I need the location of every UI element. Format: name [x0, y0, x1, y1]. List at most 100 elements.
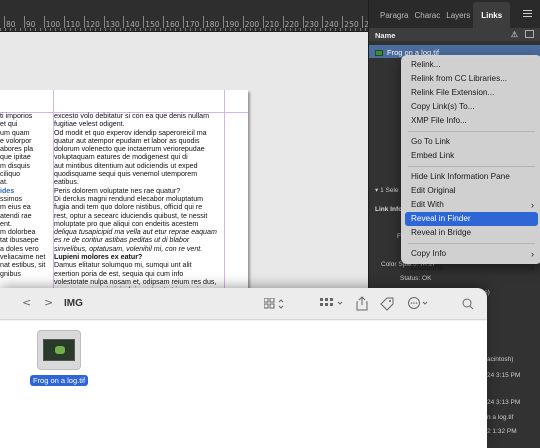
- menu-item-label: Relink...: [411, 60, 441, 69]
- ruler-mark: 220: [282, 16, 299, 29]
- menu-item-relink-from-cc-libraries[interactable]: Relink from CC Libraries...: [405, 72, 538, 86]
- link-info-toggle[interactable]: Link Info: [375, 206, 402, 213]
- menu-item-edit-with[interactable]: Edit With ›: [405, 198, 538, 212]
- menu-item-relink[interactable]: Relink...: [405, 58, 538, 72]
- menu-item-copy-link-s-to[interactable]: Copy Link(s) To...: [405, 100, 538, 114]
- tab-paragraph[interactable]: Paragra: [377, 11, 411, 28]
- ruler-mark: 90: [23, 16, 36, 29]
- text-line: gnibus: [0, 269, 21, 278]
- ruler-mark: 180: [202, 16, 220, 29]
- status-label: Status: OK: [400, 275, 432, 282]
- menu-item-label: Edit Original: [411, 186, 456, 195]
- info-overflow: acintosh) 24 3:15 PM 24 3:13 PM n a log.…: [487, 288, 540, 448]
- chevron-right-icon: ›: [531, 263, 534, 273]
- text-line: at.: [0, 178, 8, 187]
- menu-item-label: Relink File Extension...: [411, 88, 495, 97]
- text-frame-left[interactable]: ti imporios et qui um quam e volorpor abores…: [0, 112, 52, 278]
- text-line: et qui: [0, 120, 18, 129]
- ruler-mark: 140: [123, 16, 140, 29]
- text-line: Peris dolorem voluptate nes rae quatur?: [54, 186, 181, 195]
- horizontal-ruler[interactable]: 80 90 100 110 120 130 140 150 160 170 180 190 200 210…: [0, 0, 368, 32]
- more-actions-icon[interactable]: [408, 297, 432, 310]
- text-line: es re de coritiur astibas peditas ut di …: [54, 236, 190, 245]
- menu-separator: [408, 131, 535, 132]
- tag-icon[interactable]: [380, 297, 394, 311]
- text-line: ciliquo: [0, 170, 21, 179]
- panel-menu-icon[interactable]: [523, 10, 532, 17]
- panel-tab-bar: Paragra Charac Layers Links: [369, 0, 540, 28]
- text-line: deliqua tusapicipid ma vella aut etur re…: [54, 228, 217, 237]
- text-line: rest, optur a secearc iduciendis quibust…: [54, 211, 208, 220]
- menu-item-go-to-link[interactable]: Go To Link: [405, 135, 538, 149]
- selected-count: ▾ 1 Sele: [375, 187, 399, 194]
- text-line: veliacaime net: [0, 253, 46, 262]
- menu-item-label: Embed Link: [411, 151, 455, 160]
- text-line: a doles vero: [0, 244, 39, 253]
- ruler-mark: 170: [183, 16, 200, 29]
- info-fragment-5: 2 1:32 PM: [487, 428, 517, 435]
- view-grid-icon[interactable]: [264, 298, 286, 310]
- menu-item-label: XMP File Info...: [411, 116, 467, 125]
- ruler-mark: 120: [83, 16, 100, 29]
- text-line: eatibus.: [54, 178, 79, 187]
- warning-icon[interactable]: ⚠: [511, 30, 518, 39]
- ruler-mark: 190: [222, 16, 240, 29]
- finder-window: < > IMG Frog on a log.tif: [0, 288, 487, 448]
- menu-item-reveal-in-bridge[interactable]: Reveal in Bridge: [405, 226, 538, 240]
- text-line: abores pla: [0, 145, 34, 154]
- menu-item-label: Copy Link(s) To...: [411, 102, 475, 111]
- text-line: excesto volo debitatur si con ea que den…: [54, 112, 209, 120]
- tab-layers[interactable]: Layers: [443, 11, 473, 28]
- text-line: exertion poria de est, sequia qui cum in…: [54, 269, 184, 278]
- menu-item-label: Reveal in Finder: [411, 214, 471, 223]
- menu-item-copy-info[interactable]: Copy Info ›: [405, 247, 538, 261]
- menu-item-captions[interactable]: Captions ›: [405, 261, 538, 275]
- forward-button[interactable]: >: [44, 296, 53, 309]
- chevron-right-icon: ›: [531, 249, 534, 259]
- ruler-mark: 250: [342, 16, 359, 29]
- group-by-icon[interactable]: [320, 298, 346, 310]
- menu-item-hide-link-information-pane[interactable]: Hide Link Information Pane: [405, 170, 538, 184]
- menu-item-label: Relink from CC Libraries...: [411, 74, 507, 83]
- search-icon[interactable]: [462, 298, 474, 310]
- tab-links[interactable]: Links: [473, 2, 511, 28]
- text-line: que ipitae: [0, 153, 31, 162]
- info-fragment-3: 24 3:13 PM: [487, 399, 521, 406]
- name-column-label: Name: [375, 31, 396, 40]
- text-line: e volorpor: [0, 136, 32, 145]
- back-button[interactable]: <: [22, 296, 31, 309]
- info-fragment-1: acintosh): [487, 356, 514, 363]
- menu-item-relink-file-extension[interactable]: Relink File Extension...: [405, 86, 538, 100]
- text-line: volestotate nulpa nosam et, odipsam reiu…: [54, 277, 217, 286]
- file-item[interactable]: Frog on a log.tif: [28, 330, 90, 388]
- image-thumbnail-icon: [375, 49, 383, 56]
- text-line: aut mintibus ditentium aut odiciendis ut…: [54, 161, 198, 170]
- menu-item-label: Go To Link: [411, 137, 450, 146]
- page-icon[interactable]: [525, 30, 534, 38]
- text-line: dolorum volenecto que inctaerrum veriore…: [54, 145, 205, 154]
- ruler-mark: 80: [4, 16, 16, 29]
- text-line: ides: [0, 186, 15, 195]
- menu-item-reveal-in-finder[interactable]: Reveal in Finder: [405, 212, 538, 226]
- file-name-label[interactable]: Frog on a log.tif: [29, 375, 89, 386]
- finder-toolbar: < > IMG: [0, 288, 487, 320]
- text-line: Lupieni molores ex eatur?: [54, 253, 143, 262]
- text-line: Damus elitatur solumquo mi, sumqui unt a…: [54, 261, 192, 270]
- info-fragment-2: 24 3:15 PM: [487, 372, 521, 379]
- text-line: fugitiae velest odigent.: [54, 120, 125, 129]
- menu-item-label: Captions: [411, 263, 444, 272]
- share-icon[interactable]: [356, 296, 368, 311]
- menu-item-edit-original[interactable]: Edit Original: [405, 184, 538, 198]
- text-frame-right[interactable]: excesto volo debitatur si con ea que den…: [54, 112, 224, 295]
- finder-title: IMG: [64, 298, 83, 309]
- tab-character[interactable]: Charac: [411, 11, 443, 28]
- text-line: quodisquame sequi quis venemol utemporem: [54, 170, 198, 179]
- text-line: m eius ea: [0, 203, 31, 212]
- ruler-mark: 110: [63, 16, 81, 29]
- menu-item-label: Reveal in Bridge: [411, 228, 472, 237]
- ruler-mark: 100: [43, 16, 61, 29]
- menu-item-xmp-file-info[interactable]: XMP File Info...: [405, 114, 538, 128]
- text-line: voluptaquam eatures de modigenest qui di: [54, 153, 188, 162]
- menu-item-embed-link[interactable]: Embed Link: [405, 149, 538, 163]
- menu-item-label: Hide Link Information Pane: [411, 172, 510, 181]
